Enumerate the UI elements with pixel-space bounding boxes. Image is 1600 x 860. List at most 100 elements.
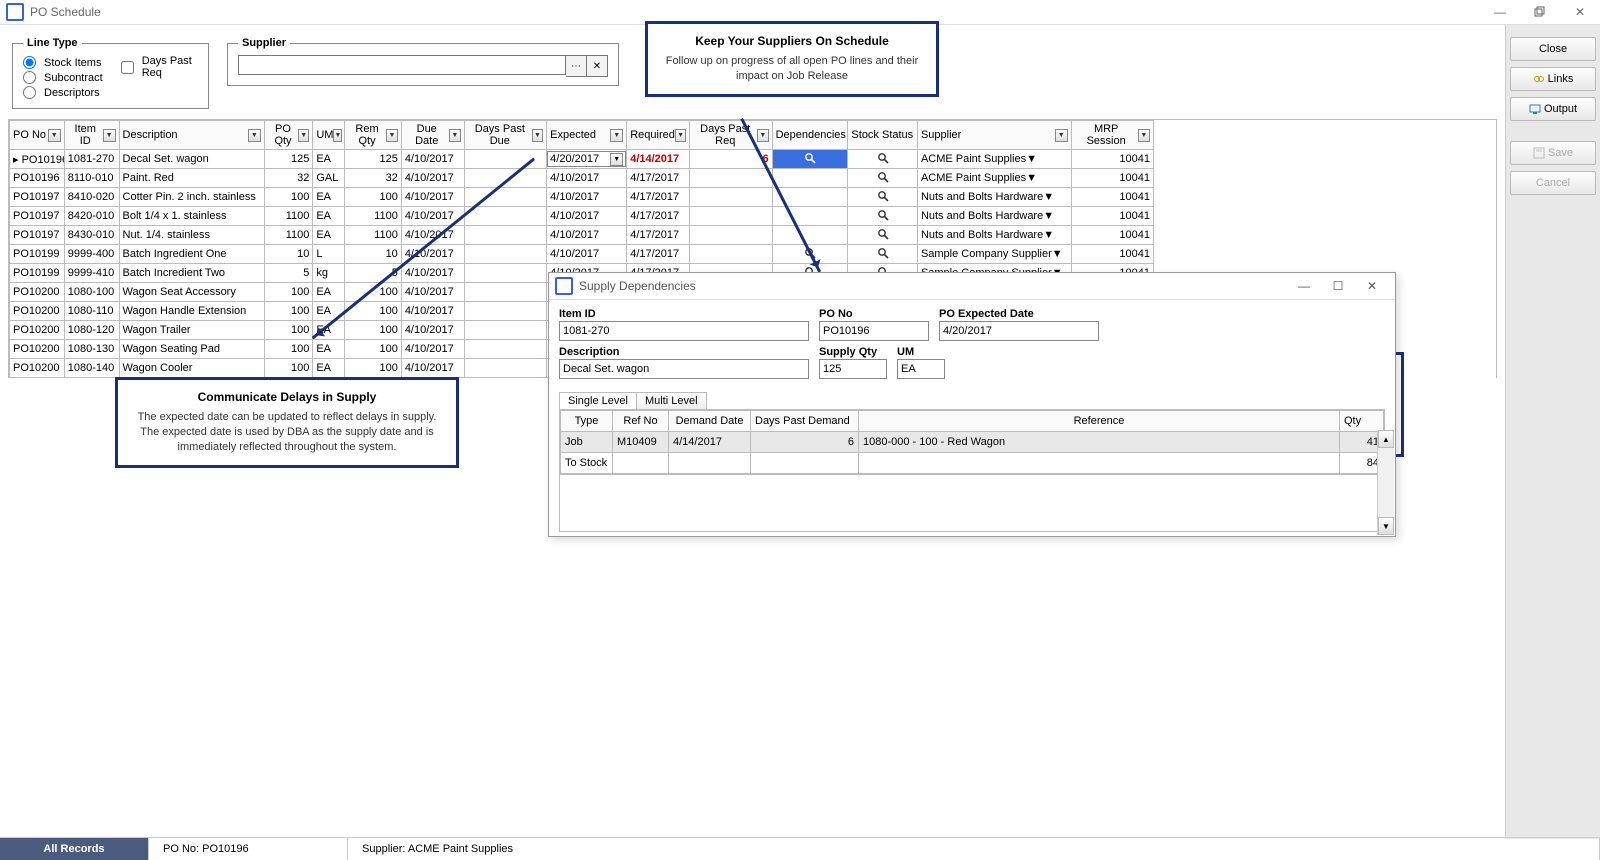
output-button[interactable]: Output	[1510, 97, 1596, 121]
cell-stock-status[interactable]	[848, 188, 918, 207]
column-header[interactable]: Demand Date	[669, 411, 751, 432]
cell-expected-editable[interactable]: 4/20/2017▼	[547, 150, 627, 169]
dropdown-icon[interactable]: ▼	[1052, 248, 1063, 260]
dropdown-icon[interactable]: ▼	[532, 129, 544, 142]
dropdown-icon[interactable]: ▼	[1026, 153, 1037, 165]
supplier-clear-button[interactable]: ✕	[587, 55, 608, 77]
cell-days-past-due	[465, 359, 547, 378]
dropdown-icon[interactable]: ▼	[386, 129, 398, 142]
supplier-input[interactable]	[238, 55, 566, 75]
supplier-lookup-button[interactable]: ⋯	[566, 55, 587, 77]
dropdown-icon[interactable]: ▼	[1026, 172, 1037, 184]
window-minimize-button[interactable]: —	[1480, 0, 1520, 24]
column-header[interactable]: Rem Qty▼	[344, 121, 401, 150]
tab-single-level[interactable]: Single Level	[559, 392, 637, 409]
table-row[interactable]: PO101968110-010Paint. Red32GAL324/10/201…	[10, 169, 1154, 188]
cell-stock-status[interactable]	[848, 207, 918, 226]
cell-description: Wagon Trailer	[119, 321, 264, 340]
column-header[interactable]: Required▼	[627, 121, 690, 150]
dialog-close-button[interactable]: ✕	[1355, 273, 1389, 299]
column-header[interactable]: Days Past Demand	[751, 411, 859, 432]
dropdown-icon[interactable]: ▼	[1043, 210, 1054, 222]
tab-multi-level[interactable]: Multi Level	[636, 392, 707, 409]
cell-stock-status[interactable]	[848, 226, 918, 245]
radio-stock-items[interactable]	[23, 56, 36, 69]
table-row[interactable]: PO101978430-010Nut. 1/4. stainless1100EA…	[10, 226, 1154, 245]
dialog-minimize-button[interactable]: —	[1287, 273, 1321, 299]
table-row[interactable]: JobM104094/14/201761080-000 - 100 - Red …	[561, 432, 1384, 453]
cell-po-no: PO10200	[10, 321, 65, 340]
dialog-scrollbar[interactable]: ▲ ▼	[1377, 430, 1394, 535]
cell-um: EA	[313, 226, 345, 245]
column-header[interactable]: Reference	[859, 411, 1340, 432]
column-header[interactable]: Description▼	[119, 121, 264, 150]
dropdown-icon[interactable]: ▼	[1138, 129, 1150, 142]
column-header[interactable]: Dependencies	[772, 121, 848, 150]
cell-rem-qty: 125	[344, 150, 401, 169]
column-header[interactable]: Ref No	[613, 411, 669, 432]
cell-supplier[interactable]: Sample Company Supplier▼	[917, 245, 1071, 264]
dropdown-icon[interactable]: ▼	[248, 129, 261, 142]
dropdown-icon[interactable]: ▼	[333, 129, 342, 142]
column-header[interactable]: Days Past Due▼	[465, 121, 547, 150]
dropdown-icon[interactable]: ▼	[675, 129, 687, 142]
table-row[interactable]: PO101999999-400Batch Ingredient One10L10…	[10, 245, 1154, 264]
dropdown-icon[interactable]: ▼	[48, 129, 61, 142]
cell-supplier[interactable]: Nuts and Bolts Hardware▼	[917, 226, 1071, 245]
column-header[interactable]: Item ID▼	[64, 121, 119, 150]
cell-mrp-session: 10041	[1071, 150, 1153, 169]
dropdown-icon[interactable]: ▼	[757, 129, 769, 142]
column-header[interactable]: Expected▼	[547, 121, 627, 150]
column-header[interactable]: Type	[561, 411, 613, 432]
column-header[interactable]: MRP Session▼	[1071, 121, 1153, 150]
column-header[interactable]: UM▼	[313, 121, 345, 150]
close-button[interactable]: Close	[1510, 37, 1596, 61]
table-row[interactable]: PO101978410-020Cotter Pin. 2 inch. stain…	[10, 188, 1154, 207]
cell-supplier[interactable]: ACME Paint Supplies▼	[917, 169, 1071, 188]
column-header[interactable]: Days Past Req▼	[690, 121, 772, 150]
column-header[interactable]: Stock Status	[848, 121, 918, 150]
cell-days-past-due	[465, 340, 547, 359]
table-row[interactable]: ▸ PO101961081-270Decal Set. wagon125EA12…	[10, 150, 1154, 169]
cell-days-past-req	[690, 245, 772, 264]
dropdown-icon[interactable]: ▼	[449, 129, 461, 142]
column-header[interactable]: Qty	[1340, 411, 1384, 432]
radio-subcontract[interactable]	[23, 71, 36, 84]
action-sidebar: Close Links Output Save Cancel	[1505, 25, 1600, 839]
cell-required: 4/17/2017	[627, 188, 690, 207]
dropdown-icon[interactable]: ▼	[610, 129, 623, 142]
cell-po-no: PO10200	[10, 359, 65, 378]
output-icon	[1529, 103, 1541, 115]
radio-descriptors[interactable]	[23, 86, 36, 99]
cell-supplier[interactable]: Nuts and Bolts Hardware▼	[917, 188, 1071, 207]
status-all-records[interactable]: All Records	[0, 838, 149, 860]
link-icon	[1533, 73, 1545, 85]
cell-supplier[interactable]: Nuts and Bolts Hardware▼	[917, 207, 1071, 226]
links-button[interactable]: Links	[1510, 67, 1596, 91]
cell-stock-status[interactable]	[848, 245, 918, 264]
table-row[interactable]: PO101978420-010Bolt 1/4 x 1. stainless11…	[10, 207, 1154, 226]
cancel-button: Cancel	[1510, 171, 1596, 195]
table-row[interactable]: To Stock84	[561, 453, 1384, 474]
dialog-maximize-button[interactable]: ☐	[1321, 273, 1355, 299]
dropdown-icon[interactable]: ▼	[1043, 229, 1054, 241]
dropdown-icon[interactable]: ▼	[1055, 129, 1068, 142]
cell-supplier[interactable]: ACME Paint Supplies▼	[917, 150, 1071, 169]
dropdown-icon[interactable]: ▼	[298, 129, 309, 142]
dependencies-grid[interactable]: TypeRef NoDemand DateDays Past DemandRef…	[559, 410, 1385, 532]
window-close-button[interactable]: ✕	[1560, 0, 1600, 24]
cell-stock-status[interactable]	[848, 169, 918, 188]
column-header[interactable]: Supplier▼	[917, 121, 1071, 150]
dropdown-icon[interactable]: ▼	[103, 129, 116, 142]
checkbox-days-past-req[interactable]	[121, 61, 134, 74]
cell-stock-status[interactable]	[848, 150, 918, 169]
column-header[interactable]: PO Qty▼	[264, 121, 312, 150]
cell-dependencies[interactable]	[772, 150, 848, 169]
dropdown-icon[interactable]: ▼	[610, 153, 623, 166]
column-header[interactable]: PO No▼	[10, 121, 65, 150]
dropdown-icon[interactable]: ▼	[1043, 191, 1054, 203]
field-description: Decal Set. wagon	[559, 359, 809, 379]
cell-po-qty: 100	[264, 188, 312, 207]
column-header[interactable]: Due Date▼	[401, 121, 464, 150]
window-maximize-button[interactable]	[1520, 0, 1560, 24]
